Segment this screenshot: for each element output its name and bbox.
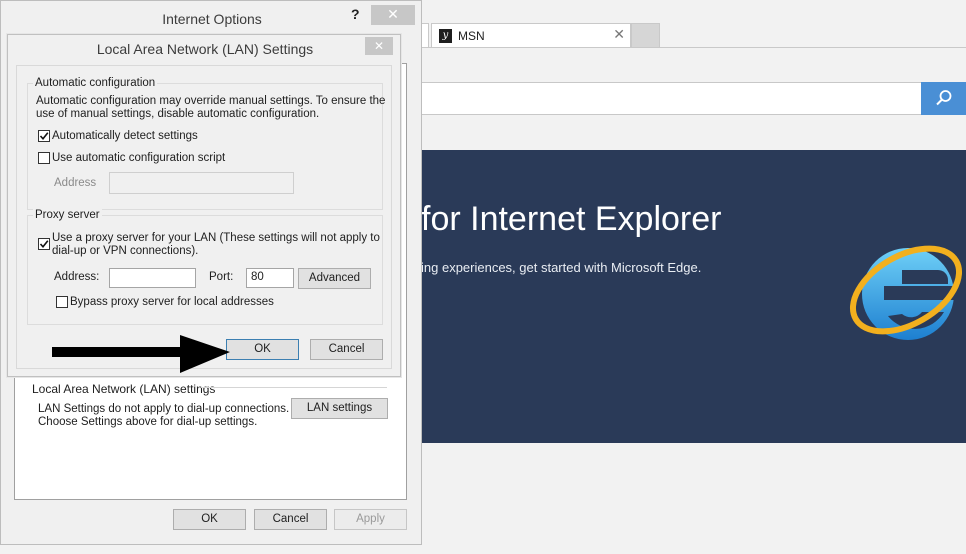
script-address-label: Address: [54, 177, 97, 189]
use-proxy-label-line2[interactable]: dial-up or VPN connections).: [52, 245, 198, 257]
auto-config-description-line2: use of manual settings, disable automati…: [36, 108, 320, 120]
msn-logo-icon: y: [439, 29, 452, 43]
tab-title: MSN: [458, 29, 485, 43]
cancel-button[interactable]: Cancel: [254, 509, 327, 530]
tabstrip-divider: [402, 47, 966, 48]
window-title: Internet Options: [162, 11, 262, 27]
hero-title: for Internet Explorer: [421, 200, 722, 238]
lan-info-line1: LAN Settings do not apply to dial-up con…: [38, 403, 290, 415]
use-proxy-label-line1[interactable]: Use a proxy server for your LAN (These s…: [52, 232, 380, 244]
lan-group-label: Local Area Network (LAN) settings: [32, 382, 220, 396]
port-label: Port:: [209, 271, 234, 283]
auto-config-script-label[interactable]: Use automatic configuration script: [52, 152, 225, 164]
help-button[interactable]: ?: [351, 6, 360, 22]
advanced-button[interactable]: Advanced: [298, 268, 371, 289]
dialog-close-button[interactable]: ✕: [365, 37, 393, 55]
lan-cancel-button[interactable]: Cancel: [310, 339, 383, 360]
checkmark-icon: [39, 132, 49, 141]
apply-button[interactable]: Apply: [334, 509, 407, 530]
hero-subtitle: ing experiences, get started with Micros…: [421, 260, 702, 275]
lan-settings-button[interactable]: LAN settings: [291, 398, 388, 419]
proxy-address-label: Address:: [54, 271, 100, 283]
close-button[interactable]: ✕: [371, 5, 415, 25]
auto-config-description-line1: Automatic configuration may override man…: [36, 95, 386, 107]
proxy-server-label: Proxy server: [33, 209, 102, 221]
script-address-field[interactable]: [109, 172, 294, 194]
dialog-title: Local Area Network (LAN) Settings: [96, 41, 314, 57]
proxy-address-field[interactable]: [109, 268, 196, 288]
auto-detect-label[interactable]: Automatically detect settings: [52, 130, 198, 142]
lan-settings-dialog: Local Area Network (LAN) Settings ✕ Auto…: [7, 34, 401, 377]
bypass-local-label[interactable]: Bypass proxy server for local addresses: [70, 296, 274, 308]
port-field[interactable]: 80: [246, 268, 294, 288]
tab-msn[interactable]: y MSN ✕: [431, 23, 631, 48]
search-button[interactable]: [921, 82, 966, 115]
auto-detect-checkbox[interactable]: [38, 130, 50, 142]
bypass-local-checkbox[interactable]: [56, 296, 68, 308]
search-icon: [936, 90, 952, 106]
checkmark-icon: [39, 240, 49, 249]
lan-info-line2: Choose Settings above for dial-up settin…: [38, 416, 258, 428]
tab-close-icon[interactable]: ✕: [613, 27, 625, 43]
use-proxy-checkbox[interactable]: [38, 238, 50, 250]
right-arrow-icon: [52, 335, 230, 373]
auto-config-script-checkbox[interactable]: [38, 152, 50, 164]
automatic-configuration-label: Automatic configuration: [33, 77, 158, 89]
internet-explorer-logo-icon: [849, 245, 963, 340]
hero-banner: for Internet Explorer ing experiences, g…: [402, 150, 966, 443]
lan-ok-button[interactable]: OK: [226, 339, 299, 360]
group-divider: [201, 387, 387, 388]
ok-button[interactable]: OK: [173, 509, 246, 530]
search-input[interactable]: [402, 82, 922, 115]
new-tab-button[interactable]: [631, 23, 660, 48]
